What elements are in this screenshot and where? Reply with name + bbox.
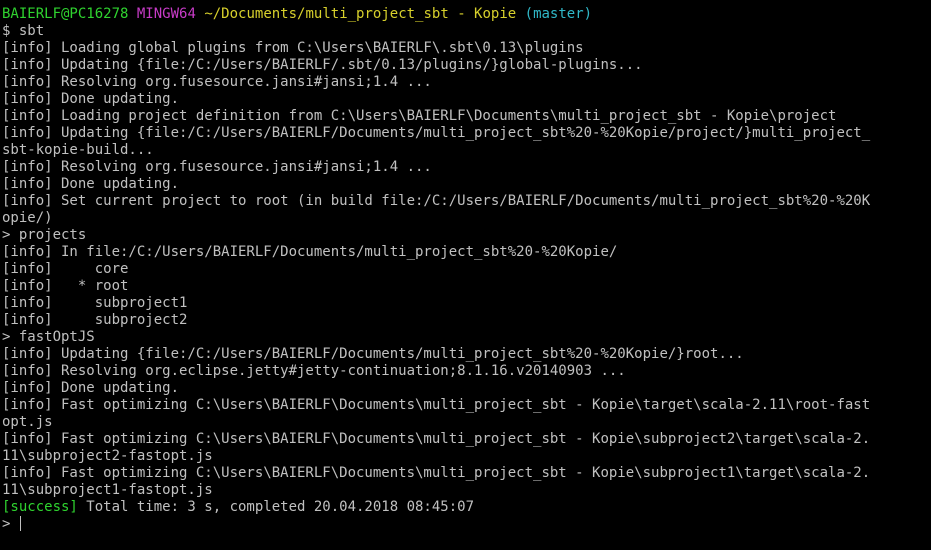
output-line: [info] Updating {file:/C:/Users/BAIERLF/… [2, 57, 643, 73]
output-line: [info] Done updating. [2, 176, 180, 192]
output-line: [info] subproject2 [2, 312, 188, 328]
success-text: Total time: 3 s, completed 20.04.2018 08… [77, 499, 475, 515]
git-branch: (master) [524, 6, 593, 22]
output-line: > projects [2, 227, 87, 243]
output-line: [info] subproject1 [2, 295, 188, 311]
output-line: opie/) [2, 210, 53, 226]
input-prompt: > [2, 516, 19, 532]
output-line: sbt-kopie-build... [2, 142, 154, 158]
output-line: [info] Resolving org.fusesource.jansi#ja… [2, 74, 432, 90]
text-cursor [19, 516, 21, 531]
success-line: [success] Total time: 3 s, completed 20.… [2, 499, 931, 516]
output-line: [info] Set current project to root (in b… [2, 193, 871, 209]
output-line: [info] Loading global plugins from C:\Us… [2, 40, 584, 56]
current-path: ~/Documents/multi_project_sbt - Kopie [204, 6, 517, 22]
output-line: [info] Updating {file:/C:/Users/BAIERLF/… [2, 125, 871, 141]
output-line: [info] Resolving org.fusesource.jansi#ja… [2, 159, 432, 175]
output-line: [info] Fast optimizing C:\Users\BAIERLF\… [2, 397, 871, 413]
system-name: MINGW64 [136, 6, 196, 22]
output-line: [info] Resolving org.eclipse.jetty#jetty… [2, 363, 626, 379]
success-tag: [success] [2, 499, 78, 515]
output-line: [info] Fast optimizing C:\Users\BAIERLF\… [2, 465, 871, 481]
input-line[interactable]: > [2, 516, 931, 533]
output-line: [info] * root [2, 278, 129, 294]
output-line: [info] In file:/C:/Users/BAIERLF/Documen… [2, 244, 618, 260]
output-line: [info] Loading project definition from C… [2, 108, 837, 124]
output-line: 11\subproject2-fastopt.js [2, 448, 213, 464]
output-line: [info] core [2, 261, 129, 277]
output-line: [info] Done updating. [2, 380, 180, 396]
output-line: opt.js [2, 414, 53, 430]
output-line: [info] Fast optimizing C:\Users\BAIERLF\… [2, 431, 871, 447]
output-line: [info] Done updating. [2, 91, 180, 107]
output-line: > fastOptJS [2, 329, 95, 345]
command-line: $ sbt [2, 23, 45, 39]
terminal-window[interactable]: BAIERLF@PC16278 MINGW64 ~/Documents/mult… [0, 0, 931, 550]
output-line: 11\subproject1-fastopt.js [2, 482, 213, 498]
terminal-output: [info] Loading global plugins from C:\Us… [2, 40, 931, 499]
user-host: BAIERLF@PC16278 [2, 6, 129, 22]
prompt-header: BAIERLF@PC16278 MINGW64 ~/Documents/mult… [2, 6, 931, 23]
output-line: [info] Updating {file:/C:/Users/BAIERLF/… [2, 346, 744, 362]
